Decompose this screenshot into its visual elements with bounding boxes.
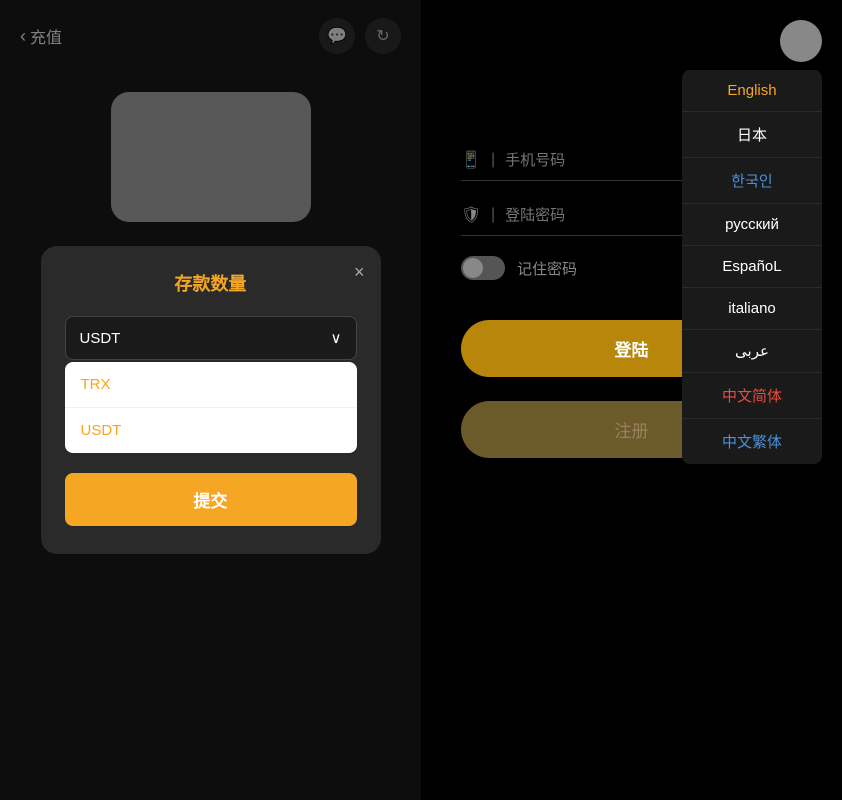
toggle-knob (463, 258, 483, 278)
right-panel: English 日本 한국인 русский EspañoL italiano … (421, 0, 842, 800)
lang-option-chinese-traditional[interactable]: 中文繁体 (682, 419, 822, 464)
modal-close-button[interactable]: × (354, 262, 365, 283)
currency-select[interactable]: USDT ∨ (65, 316, 357, 360)
remember-toggle[interactable] (461, 256, 505, 280)
divider2: | (491, 206, 495, 224)
lang-option-english[interactable]: English (682, 70, 822, 112)
currency-dropdown-list: TRX USDT (65, 362, 357, 453)
currency-select-value: USDT (80, 330, 121, 347)
remember-label: 记住密码 (517, 258, 577, 279)
lang-option-russian[interactable]: русский (682, 204, 822, 246)
left-panel: ‹ 充值 💬 ↻ 存款数量 × USDT ∨ TRX (0, 0, 421, 800)
deposit-modal: 存款数量 × USDT ∨ TRX USDT 提交 (41, 246, 381, 554)
lang-option-spanish[interactable]: EspañoL (682, 246, 822, 288)
lang-option-arabic[interactable]: عربى (682, 330, 822, 373)
lang-option-japanese[interactable]: 日本 (682, 112, 822, 158)
lang-option-chinese-simplified[interactable]: 中文简体 (682, 373, 822, 419)
language-dropdown: English 日本 한국인 русский EspañoL italiano … (682, 70, 822, 464)
lock-icon: 🛡 (461, 205, 481, 225)
submit-button[interactable]: 提交 (65, 473, 357, 526)
modal-overlay: 存款数量 × USDT ∨ TRX USDT 提交 (0, 0, 421, 800)
currency-option-trx[interactable]: TRX (65, 362, 357, 408)
divider: | (491, 151, 495, 169)
chevron-down-icon: ∨ (331, 329, 342, 347)
lang-option-italian[interactable]: italiano (682, 288, 822, 330)
currency-option-usdt[interactable]: USDT (65, 408, 357, 453)
phone-icon: 📱 (461, 150, 481, 170)
modal-title: 存款数量 (65, 270, 357, 296)
lang-option-korean[interactable]: 한국인 (682, 158, 822, 204)
language-globe-button[interactable] (780, 20, 822, 62)
